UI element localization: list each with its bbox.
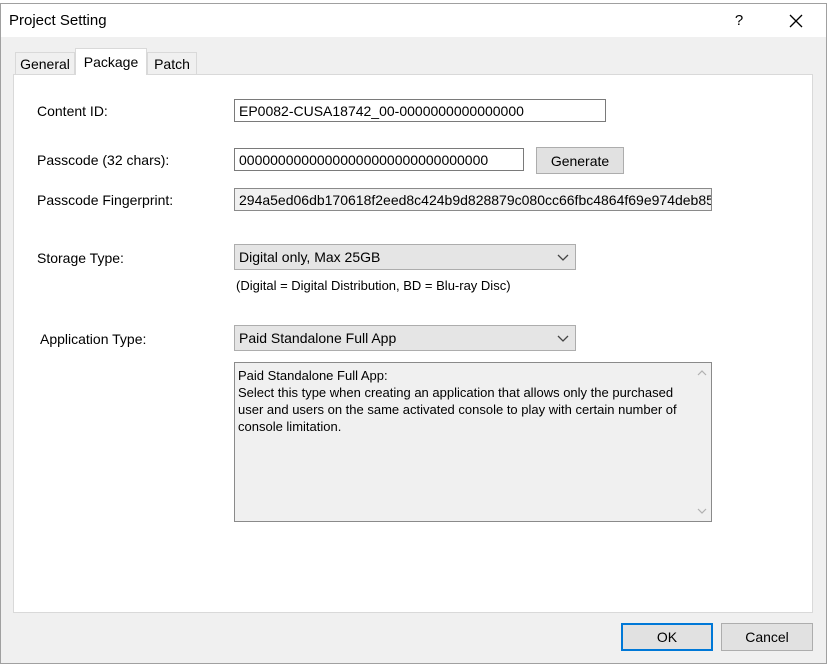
application-type-select[interactable]: Paid Standalone Full App — [234, 325, 576, 351]
project-setting-dialog: Project Setting ? General Package Patch … — [0, 3, 827, 664]
package-tab-panel: Content ID: EP0082-CUSA18742_00-00000000… — [13, 74, 813, 613]
chevron-down-icon — [557, 335, 569, 342]
chevron-down-icon — [557, 254, 569, 261]
fingerprint-field[interactable]: 294a5ed06db170618f2eed8c424b9d828879c080… — [234, 188, 712, 211]
application-type-value: Paid Standalone Full App — [239, 330, 397, 346]
ok-button[interactable]: OK — [621, 623, 713, 651]
scroll-down-icon[interactable] — [697, 507, 707, 515]
storage-type-label: Storage Type: — [37, 250, 124, 266]
storage-type-value: Digital only, Max 25GB — [239, 249, 381, 265]
storage-type-select[interactable]: Digital only, Max 25GB — [234, 244, 576, 270]
close-icon — [789, 14, 803, 27]
cancel-button[interactable]: Cancel — [721, 623, 813, 651]
content-id-label: Content ID: — [37, 103, 108, 119]
passcode-input[interactable]: 00000000000000000000000000000000 — [234, 148, 524, 171]
description-body: Select this type when creating an applic… — [238, 385, 677, 434]
tab-patch[interactable]: Patch — [147, 52, 197, 74]
storage-type-note: (Digital = Digital Distribution, BD = Bl… — [236, 278, 511, 293]
content-id-input[interactable]: EP0082-CUSA18742_00-0000000000000000 — [234, 99, 606, 122]
fingerprint-label: Passcode Fingerprint: — [37, 192, 174, 208]
tab-package[interactable]: Package — [75, 48, 147, 75]
help-button[interactable]: ? — [721, 4, 757, 37]
dialog-title: Project Setting — [9, 12, 107, 29]
generate-button[interactable]: Generate — [536, 147, 624, 174]
close-button[interactable] — [776, 4, 816, 37]
description-scrollbar[interactable] — [693, 363, 711, 521]
passcode-label: Passcode (32 chars): — [37, 152, 170, 168]
application-type-description[interactable]: Paid Standalone Full App: Select this ty… — [234, 362, 712, 522]
description-title: Paid Standalone Full App: — [238, 368, 388, 383]
title-bar: Project Setting ? — [1, 4, 826, 37]
scroll-up-icon[interactable] — [697, 369, 707, 377]
application-type-label: Application Type: — [40, 331, 147, 347]
tab-general[interactable]: General — [15, 52, 75, 74]
